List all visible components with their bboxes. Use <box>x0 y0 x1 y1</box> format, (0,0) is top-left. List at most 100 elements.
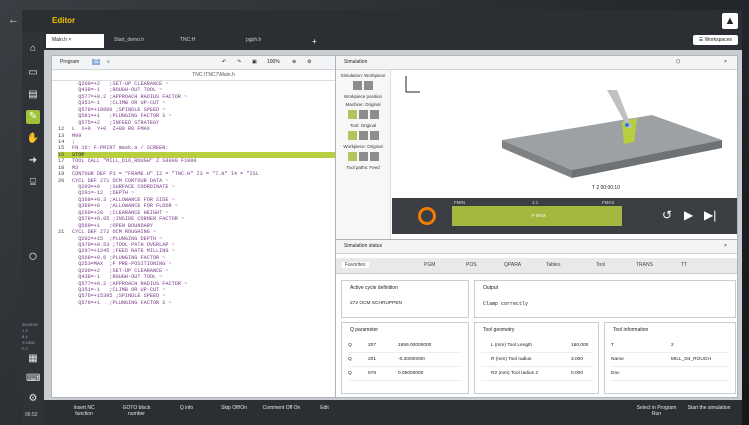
insert-nc-function-button[interactable]: Insert NC function <box>64 405 104 417</box>
tab-pgm[interactable]: PGM <box>424 262 435 268</box>
calculator-icon[interactable]: ▦ <box>26 352 40 366</box>
machine-icons[interactable] <box>336 110 390 120</box>
screen: ← Editor ▲ ⌂ ▭ ▤ ✎ ✋ ➜ ⌸ ○ 00:00:00 1 3 … <box>0 0 749 425</box>
line-text: Q438=-1 ;ROUGH-OUT TOOL ~ <box>72 274 163 281</box>
home-icon[interactable]: ⌂ <box>26 42 40 56</box>
workpiece-icons[interactable] <box>336 152 390 162</box>
line-text: Q577=+0.2 ;APPROACH RADIUS FACTOR ~ <box>72 280 188 287</box>
tab-trans[interactable]: TRANS <box>636 262 653 268</box>
list-view-icon[interactable]: ☰ <box>92 59 101 65</box>
data-cell: Q <box>348 343 352 348</box>
code-line[interactable]: Q579=+1 ;PLUNGING FACTOR S ~ <box>58 300 363 306</box>
reset-icon[interactable]: ↺ <box>662 208 672 222</box>
line-text: Q579=+1 ;PLUNGING FACTOR S ~ <box>72 299 172 306</box>
tab-tool[interactable]: Tool <box>596 262 605 268</box>
program-run-icon[interactable]: ➜ <box>26 154 40 168</box>
workpiece-position-button[interactable]: Workpiece position <box>336 94 390 99</box>
folder-icon[interactable]: ▭ <box>26 66 40 80</box>
line-text: FN 16: F-PRINT mask.a / SCREEN: <box>72 145 169 152</box>
settings-icon[interactable]: ⚙ <box>307 59 311 65</box>
line-text: Q569=+1 ;OPEN BOUNDARY <box>72 222 153 229</box>
back-arrow-icon[interactable]: ← <box>8 14 19 26</box>
data-row: R (mm) Tool radius 3.000 <box>481 357 592 367</box>
zoom-value[interactable]: 100% <box>267 59 280 65</box>
status-panel: Simulation status × Favorites PGM POS QP… <box>335 239 738 398</box>
keyboard-icon[interactable]: ⌨ <box>26 372 40 386</box>
line-text: Q201=-12 ;DEPTH ~ <box>72 190 135 197</box>
data-row: Q 578 0.05000000 <box>348 371 462 381</box>
workspaces-label: Workspaces <box>704 37 732 43</box>
program-label: Program <box>60 59 80 65</box>
tab-pos[interactable]: POS <box>466 262 477 268</box>
q-parameter-title: Q parameter <box>350 327 379 333</box>
close-icon[interactable]: × <box>724 243 727 249</box>
settings-icon[interactable]: ⚙ <box>26 392 40 406</box>
feed-dial-icon[interactable] <box>418 207 436 225</box>
close-icon[interactable]: × <box>724 59 727 65</box>
tab-label: pgph.h <box>246 37 262 43</box>
workspaces-button[interactable]: ☰ Workspaces <box>692 35 738 45</box>
line-text: Q203=+0 ;SURFACE COORDINATE ~ <box>72 184 175 190</box>
cube-icon[interactable]: ⬡ <box>676 59 680 65</box>
status-toolbar: Simulation status × <box>336 240 737 254</box>
redo-icon[interactable]: ↷ <box>237 59 241 65</box>
data-row: T2 <box>611 343 729 353</box>
skip-off-on-button[interactable]: Skip Off/On <box>214 405 254 411</box>
line-text: Q577=+0.2 ;APPROACH RADIUS FACTOR ~ <box>72 93 188 100</box>
tab-tables[interactable]: Tables <box>546 262 560 268</box>
line-text: Q202=+15 ;PLUNGING DEPTH ~ <box>72 235 163 242</box>
comment-off-on-button[interactable]: Comment Off On <box>259 405 304 411</box>
tab-qpara[interactable]: QPARA <box>504 262 521 268</box>
sim-workpiece-label: Simulation: Workpiece <box>340 73 386 78</box>
active-cycle-card: Active cycle definition 272 OCM SCHRUPPE… <box>341 280 469 318</box>
sim-tool-time: T 2 00:00:10 <box>592 185 620 191</box>
left-sidebar: ⌂ ▭ ▤ ✎ ✋ ➜ ⌸ ○ 00:00:00 1 3 8 4 S 1500 … <box>22 32 44 425</box>
power-icon[interactable]: ○ <box>26 249 40 265</box>
edit-button[interactable]: Edit <box>312 405 337 411</box>
tool-icons[interactable] <box>336 131 390 141</box>
table-icon[interactable]: ▤ <box>26 88 40 102</box>
play-icon[interactable]: ▶ <box>684 208 693 222</box>
sim-workpiece-icons[interactable] <box>336 81 390 91</box>
tab-start-demo[interactable]: Start_demo.h <box>108 34 170 48</box>
nc-code-editor[interactable]: Q200=+2 ;SET-UP CLEARANCE ~ Q438=-1 ;ROU… <box>58 81 363 397</box>
manual-mode-icon[interactable]: ✋ <box>26 132 40 146</box>
line-text: Q438=-1 ;ROUGH-OUT TOOL ~ <box>72 87 163 94</box>
line-text: Q200=+2 ;SET-UP CLEARANCE ~ <box>72 81 169 87</box>
step-icon[interactable]: ▶| <box>704 208 716 222</box>
tool-geometry-title: Tool geometry <box>483 327 515 333</box>
search-icon[interactable]: ⌕ <box>107 59 110 65</box>
tool-info-card: Tool information T 2 Name MILL_D4_ROUGH Doc <box>604 322 736 394</box>
tab-tnc[interactable]: TNC:H <box>174 34 236 48</box>
save-icon[interactable]: ▣ <box>252 59 257 65</box>
machine-icon[interactable]: ⌸ <box>26 176 40 190</box>
undo-icon[interactable]: ↶ <box>222 59 226 65</box>
program-toolbar: Program ☰ ⌕ ↶ ↷ ▣ 100% ⊕ ⚙ × <box>52 56 375 70</box>
tab-favorites[interactable]: Favorites <box>342 262 369 268</box>
goto-block-button[interactable]: GOTO block number <box>114 405 159 417</box>
status-tabs: Favorites PGM POS QPARA Tables Tool TRAN… <box>336 258 737 274</box>
tab-label: Start_demo.h <box>114 37 145 43</box>
active-cycle-value: 272 OCM SCHRUPPEN <box>350 301 402 306</box>
heidenhain-logo-icon: ▲ <box>722 13 738 29</box>
add-tab-icon[interactable]: + <box>306 34 320 48</box>
simulation-view[interactable]: T 2 00:00:10 <box>392 70 737 198</box>
line-text: Q578=+0.05 ;INSIDE CORNER FACTOR ~ <box>72 216 185 223</box>
active-cycle-title: Active cycle definition <box>350 285 398 291</box>
line-text: Q260=+20 ;CLEARANCE HEIGHT ~ <box>72 209 169 216</box>
select-in-program-run-button[interactable]: Select in Program Run <box>634 405 679 417</box>
q-info-button[interactable]: Q info <box>169 405 204 411</box>
tab-tt[interactable]: TT <box>681 262 687 268</box>
zoom-icon[interactable]: ⊕ <box>292 59 296 65</box>
line-text: Q351=-1 ;CLIMB OR UP-CUT ~ <box>72 287 166 293</box>
softkey-bar: Insert NC function GOTO block number Q i… <box>44 400 742 425</box>
editor-icon[interactable]: ✎ <box>26 110 40 124</box>
tab-main[interactable]: Main.h × <box>46 34 104 48</box>
tab-pgph[interactable]: pgph.h <box>240 34 302 48</box>
start-simulation-button[interactable]: Start the simulation <box>684 405 734 411</box>
data-cell: L (mm) Tool Length <box>491 343 533 348</box>
tab-bar: Main.h × Start_demo.h TNC:H pgph.h + ☰ W… <box>44 32 742 50</box>
tab-label: Main.h <box>52 37 68 43</box>
machine-status-info: 00:00:00 1 3 8 4 S 1500 F 0 <box>22 322 44 352</box>
data-cell: -0.20000000 <box>398 357 425 362</box>
